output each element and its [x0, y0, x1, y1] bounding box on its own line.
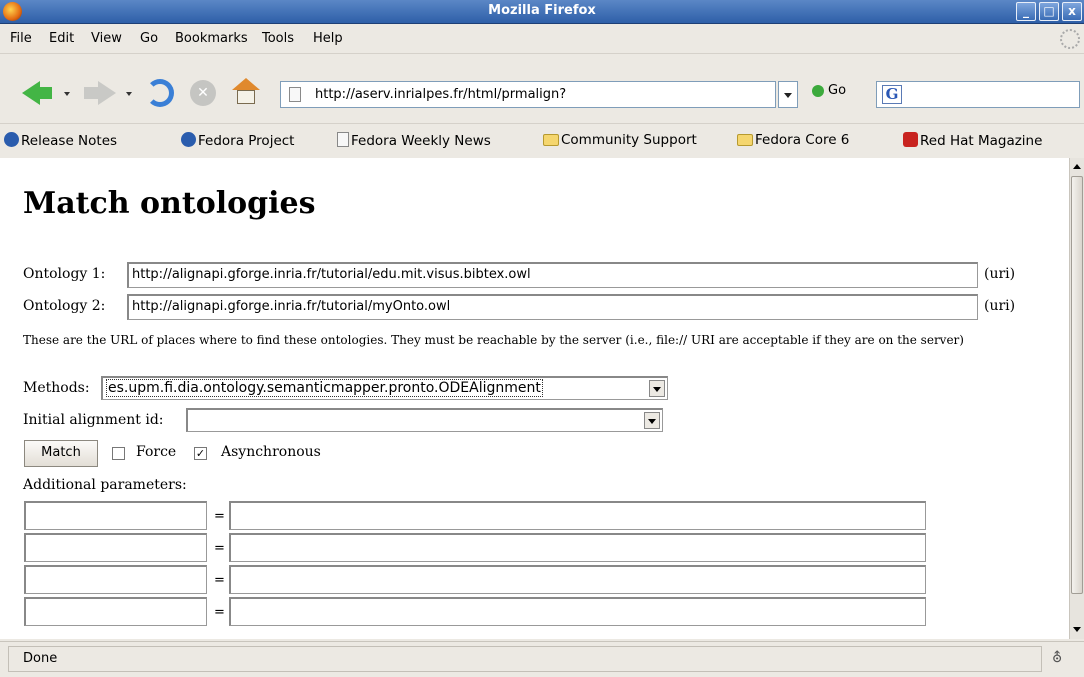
home-icon[interactable] — [232, 78, 260, 106]
param-equals: = — [214, 573, 225, 588]
bookmark-community-support[interactable]: Community Support — [543, 132, 697, 148]
folder-icon — [543, 134, 559, 146]
stop-icon[interactable]: ✕ — [190, 80, 216, 106]
param-value-input-3[interactable] — [229, 565, 926, 594]
bookmark-red-hat-magazine[interactable]: Red Hat Magazine — [903, 132, 1042, 149]
chevron-down-icon[interactable] — [644, 412, 660, 429]
go-icon — [812, 84, 824, 97]
ontology2-label: Ontology 2: — [23, 298, 106, 314]
back-icon-tail[interactable] — [38, 87, 52, 99]
bookmarks-toolbar: Release Notes Fedora Project Fedora Week… — [0, 123, 1084, 155]
page-icon — [337, 132, 349, 147]
param-value-input-4[interactable] — [229, 597, 926, 626]
param-equals: = — [214, 605, 225, 620]
content-margin — [0, 158, 11, 639]
close-button[interactable]: x — [1062, 2, 1082, 21]
param-equals: = — [214, 509, 225, 524]
home-body — [237, 90, 255, 104]
go-button[interactable]: Go — [812, 83, 846, 105]
go-label: Go — [828, 83, 847, 98]
bookmark-label: Red Hat Magazine — [920, 133, 1043, 149]
home-roof — [232, 78, 260, 90]
bookmark-label: Fedora Core 6 — [755, 132, 850, 148]
menu-go[interactable]: Go — [140, 31, 158, 46]
initial-alignment-label: Initial alignment id: — [23, 412, 164, 428]
menu-file[interactable]: File — [10, 31, 32, 46]
bookmark-label: Community Support — [561, 132, 697, 148]
bookmark-release-notes[interactable]: Release Notes — [4, 132, 117, 149]
scroll-down-arrow-icon[interactable] — [1071, 622, 1084, 637]
bookmark-label: Release Notes — [21, 133, 118, 149]
vertical-scrollbar[interactable] — [1069, 158, 1084, 639]
bookmark-fedora-project[interactable]: Fedora Project — [181, 132, 294, 149]
initial-alignment-select[interactable] — [186, 408, 663, 432]
redhat-icon — [903, 132, 918, 147]
menu-tools[interactable]: Tools — [262, 31, 294, 46]
back-history-dropdown-icon[interactable] — [64, 92, 70, 96]
scroll-up-arrow-icon[interactable] — [1071, 160, 1084, 175]
match-button[interactable]: Match — [24, 440, 98, 467]
url-bar[interactable]: http://aserv.inrialpes.fr/html/prmalign? — [280, 81, 776, 108]
menu-view[interactable]: View — [91, 31, 122, 46]
reload-icon[interactable] — [146, 79, 174, 107]
search-input[interactable]: G — [876, 81, 1080, 108]
ontology1-label: Ontology 1: — [23, 266, 106, 282]
ontology1-uri-suffix: (uri) — [984, 266, 1016, 282]
fedora-icon — [181, 132, 196, 147]
menu-bookmarks[interactable]: Bookmarks — [175, 31, 248, 46]
chevron-down-icon[interactable] — [649, 380, 665, 397]
ontology-help-text: These are the URL of places where to fin… — [23, 333, 964, 347]
status-bar: Done ⛢ — [0, 641, 1084, 677]
page-title: Match ontologies — [23, 186, 316, 221]
additional-parameters-label: Additional parameters: — [23, 477, 187, 493]
chevron-down-icon — [784, 93, 792, 98]
scrollbar-thumb[interactable] — [1071, 176, 1083, 594]
page-icon — [289, 87, 301, 102]
menu-bar: File Edit View Go Bookmarks Tools Help — [0, 25, 1084, 53]
maximize-button[interactable]: □ — [1039, 2, 1059, 21]
fedora-icon — [4, 132, 19, 147]
menu-help[interactable]: Help — [313, 31, 343, 46]
forward-icon-tail[interactable] — [84, 87, 98, 99]
force-label: Force — [136, 444, 177, 460]
param-value-input-2[interactable] — [229, 533, 926, 562]
minimize-button[interactable]: _ — [1016, 2, 1036, 21]
param-name-input-2[interactable] — [24, 533, 207, 562]
url-text[interactable]: http://aserv.inrialpes.fr/html/prmalign? — [315, 87, 566, 102]
param-equals: = — [214, 541, 225, 556]
menu-edit[interactable]: Edit — [49, 31, 74, 46]
asynchronous-checkbox[interactable]: ✓ — [194, 447, 207, 460]
param-name-input-3[interactable] — [24, 565, 207, 594]
forward-history-dropdown-icon[interactable] — [126, 92, 132, 96]
ontology2-input[interactable]: http://alignapi.gforge.inria.fr/tutorial… — [127, 294, 978, 320]
methods-label: Methods: — [23, 380, 90, 396]
param-name-input-1[interactable] — [24, 501, 207, 530]
bookmark-label: Fedora Project — [198, 133, 295, 149]
ontology1-input[interactable]: http://alignapi.gforge.inria.fr/tutorial… — [127, 262, 978, 288]
connection-status-icon: ⛢ — [1052, 650, 1063, 666]
forward-icon[interactable] — [98, 81, 116, 105]
status-text: Done — [8, 646, 1042, 672]
force-checkbox[interactable] — [112, 447, 125, 460]
bookmark-fedora-weekly-news[interactable]: Fedora Weekly News — [337, 132, 491, 149]
folder-icon — [737, 134, 753, 146]
methods-selected-value: es.upm.fi.dia.ontology.semanticmapper.pr… — [106, 379, 543, 397]
bookmark-label: Fedora Weekly News — [351, 133, 491, 149]
google-search-icon[interactable]: G — [882, 85, 902, 104]
methods-select[interactable]: es.upm.fi.dia.ontology.semanticmapper.pr… — [101, 376, 668, 400]
window-title: Mozilla Firefox — [488, 3, 596, 18]
window-titlebar: Mozilla Firefox _ □ x — [0, 0, 1084, 24]
param-name-input-4[interactable] — [24, 597, 207, 626]
ontology2-uri-suffix: (uri) — [984, 298, 1016, 314]
bookmark-fedora-core-6[interactable]: Fedora Core 6 — [737, 132, 849, 148]
throbber-icon — [1060, 29, 1080, 49]
asynchronous-label: Asynchronous — [221, 444, 321, 460]
navigation-toolbar: ✕ http://aserv.inrialpes.fr/html/prmalig… — [0, 53, 1084, 123]
param-value-input-1[interactable] — [229, 501, 926, 530]
url-history-dropdown[interactable] — [778, 81, 798, 108]
page-content: Match ontologies Ontology 1: http://alig… — [11, 158, 1069, 639]
